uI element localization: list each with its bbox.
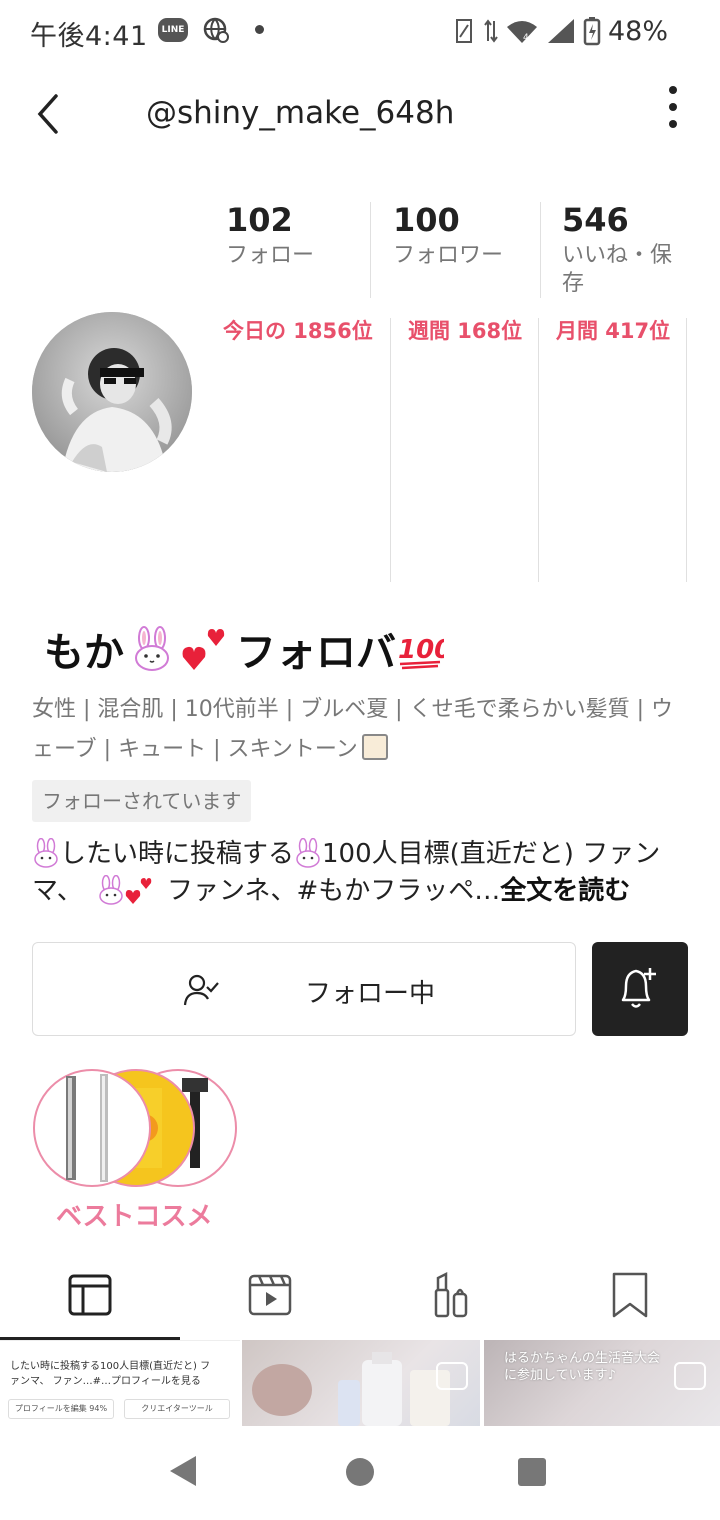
- post-overlay-text: はるかちゃんの生活音大会 に参加しています♪: [504, 1350, 660, 1384]
- system-nav-bar: [0, 1426, 720, 1520]
- collection-label: ベストコスメ: [56, 1202, 213, 1232]
- bio-text-3: マ、: [32, 876, 83, 906]
- profile-name-suffix: フォロバ: [236, 630, 396, 676]
- signal-icon: [547, 19, 574, 43]
- preview-text-3: ァンマ、: [10, 1376, 50, 1387]
- rank-monthly[interactable]: 月間 417位: [556, 315, 670, 345]
- stat-following[interactable]: 102 フォロー: [226, 200, 314, 270]
- rank-divider: [390, 318, 391, 582]
- likes-label-line1: いいね・保: [562, 243, 673, 268]
- profile-name: もか: [44, 630, 124, 676]
- overlay-line-2: に参加しています♪: [504, 1368, 616, 1383]
- following-button[interactable]: フォロー中: [32, 942, 576, 1036]
- status-right: 4 48%: [455, 14, 668, 48]
- edit-profile-mini: プロフィールを編集 94%: [8, 1399, 114, 1419]
- notification-bell-button[interactable]: [592, 942, 688, 1036]
- camera-globe-icon: [203, 17, 229, 43]
- bio-text-1: したい時に投稿する: [60, 839, 295, 869]
- more-dot: [669, 103, 677, 111]
- nav-recents-icon[interactable]: [518, 1458, 546, 1486]
- stat-divider: [540, 202, 541, 298]
- collection-thumbnails: +: [33, 1069, 237, 1187]
- more-dot: [669, 120, 677, 128]
- preview-text-1: したい時に投稿する: [10, 1361, 100, 1372]
- following-button-label: フォロー中: [305, 979, 436, 1009]
- bunny-emoji-icon: [34, 838, 58, 868]
- posts-grid: したい時に投稿する100人目標(直近だと) フ ァンマ、 ファン…#…プロフィー…: [0, 1340, 720, 1426]
- nfc-icon: [455, 19, 472, 43]
- attributes-line2: ェーブ | キュート | スキントーン: [32, 737, 358, 762]
- profile-tabs: [0, 1264, 720, 1334]
- notification-dot-icon: [255, 25, 264, 34]
- preview-text-2: 100人目標(直近だと) フ: [100, 1361, 211, 1372]
- status-time: 午後4:41: [30, 21, 148, 52]
- post-thumbnail[interactable]: はるかちゃんの生活音大会 に参加しています♪: [484, 1340, 720, 1426]
- stat-likes[interactable]: 546 いいね・保 存: [562, 200, 672, 298]
- bio-text-4: ファンネ、#もかフラッペ…: [158, 876, 501, 906]
- bunny-emoji-icon: [296, 838, 320, 868]
- user-check-icon: [183, 974, 219, 1006]
- bio-text-2: 100人目標(直近だと) ファン: [322, 839, 661, 869]
- creator-tools-mini: クリエイターツール: [124, 1399, 230, 1419]
- rank-divider: [686, 318, 687, 582]
- skin-tone-swatch-icon: [361, 734, 388, 760]
- status-bar: 午後4:41 LINE 4 48%: [0, 0, 720, 62]
- profile-name-row: もか フォロバ 100: [44, 620, 444, 678]
- likes-label-line2: 存: [562, 271, 585, 296]
- rank-daily[interactable]: 今日の 1856位: [223, 315, 373, 345]
- following-count: 102: [226, 201, 293, 239]
- grid-icon[interactable]: [66, 1270, 116, 1320]
- rank-weekly[interactable]: 週間 168位: [408, 315, 522, 345]
- cosmetics-icon[interactable]: [426, 1270, 476, 1320]
- hundred-emoji-icon: 100: [398, 635, 444, 670]
- hearts-emoji-icon: [182, 629, 225, 670]
- post-thumbnail[interactable]: したい時に投稿する100人目標(直近だと) フ ァンマ、 ファン…#…プロフィー…: [0, 1340, 240, 1426]
- overlay-line-1: はるかちゃんの生活音大会: [504, 1351, 661, 1366]
- following-label: フォロー: [226, 243, 315, 268]
- svg-text:4: 4: [523, 33, 529, 43]
- profile-bio: したい時に投稿する 100人目標(直近だと) ファン マ、 ファンネ、#もかフラ…: [32, 836, 692, 910]
- bell-plus-icon: [621, 968, 656, 1008]
- reel-icon: [674, 1362, 706, 1390]
- bunny-emoji-icon: [135, 626, 169, 671]
- followers-label: フォロワー: [393, 243, 504, 268]
- video-icon[interactable]: [246, 1270, 296, 1320]
- data-arrows-icon: [484, 19, 498, 43]
- followed-by-badge: フォローされています: [32, 780, 252, 822]
- battery-icon: [583, 17, 601, 46]
- post-thumbnail[interactable]: [242, 1340, 480, 1426]
- attributes-line1: 女性 | 混合肌 | 10代前半 | ブルベ夏 | くせ毛で柔らかい髪質 | ウ: [32, 697, 673, 722]
- bookmark-icon[interactable]: [606, 1270, 656, 1320]
- stat-divider: [370, 202, 371, 298]
- preview-text-4: ファン…#…プロフィールを見る: [49, 1376, 201, 1387]
- bunny-emoji-icon: [98, 875, 123, 905]
- profile-handle: @shiny_make_648h: [146, 95, 455, 131]
- likes-count: 546: [562, 201, 629, 239]
- nav-home-icon[interactable]: [346, 1458, 374, 1486]
- wifi-icon: 4: [506, 21, 537, 43]
- followers-count: 100: [393, 201, 460, 239]
- svg-text:100: 100: [398, 635, 444, 665]
- read-more-link[interactable]: 全文を読む: [500, 876, 630, 906]
- hearts-emoji-icon: [125, 878, 151, 904]
- profile-attributes: 女性 | 混合肌 | 10代前半 | ブルベ夏 | くせ毛で柔らかい髪質 | ウ…: [32, 690, 692, 770]
- more-vertical-icon[interactable]: [660, 82, 686, 132]
- reel-icon: [436, 1362, 468, 1390]
- post-preview-text: したい時に投稿する100人目標(直近だと) フ ァンマ、 ファン…#…プロフィー…: [10, 1359, 232, 1389]
- rank-divider: [538, 318, 539, 582]
- line-icon: LINE: [158, 18, 188, 42]
- avatar-photo: [32, 312, 192, 472]
- chevron-left-icon[interactable]: [30, 92, 70, 136]
- battery-percent: 48%: [607, 15, 668, 47]
- avatar[interactable]: [32, 312, 192, 472]
- nav-back-icon[interactable]: [170, 1456, 196, 1486]
- best-cosme-collection[interactable]: +: [32, 1068, 242, 1188]
- more-dot: [669, 86, 677, 94]
- stat-followers[interactable]: 100 フォロワー: [393, 200, 503, 270]
